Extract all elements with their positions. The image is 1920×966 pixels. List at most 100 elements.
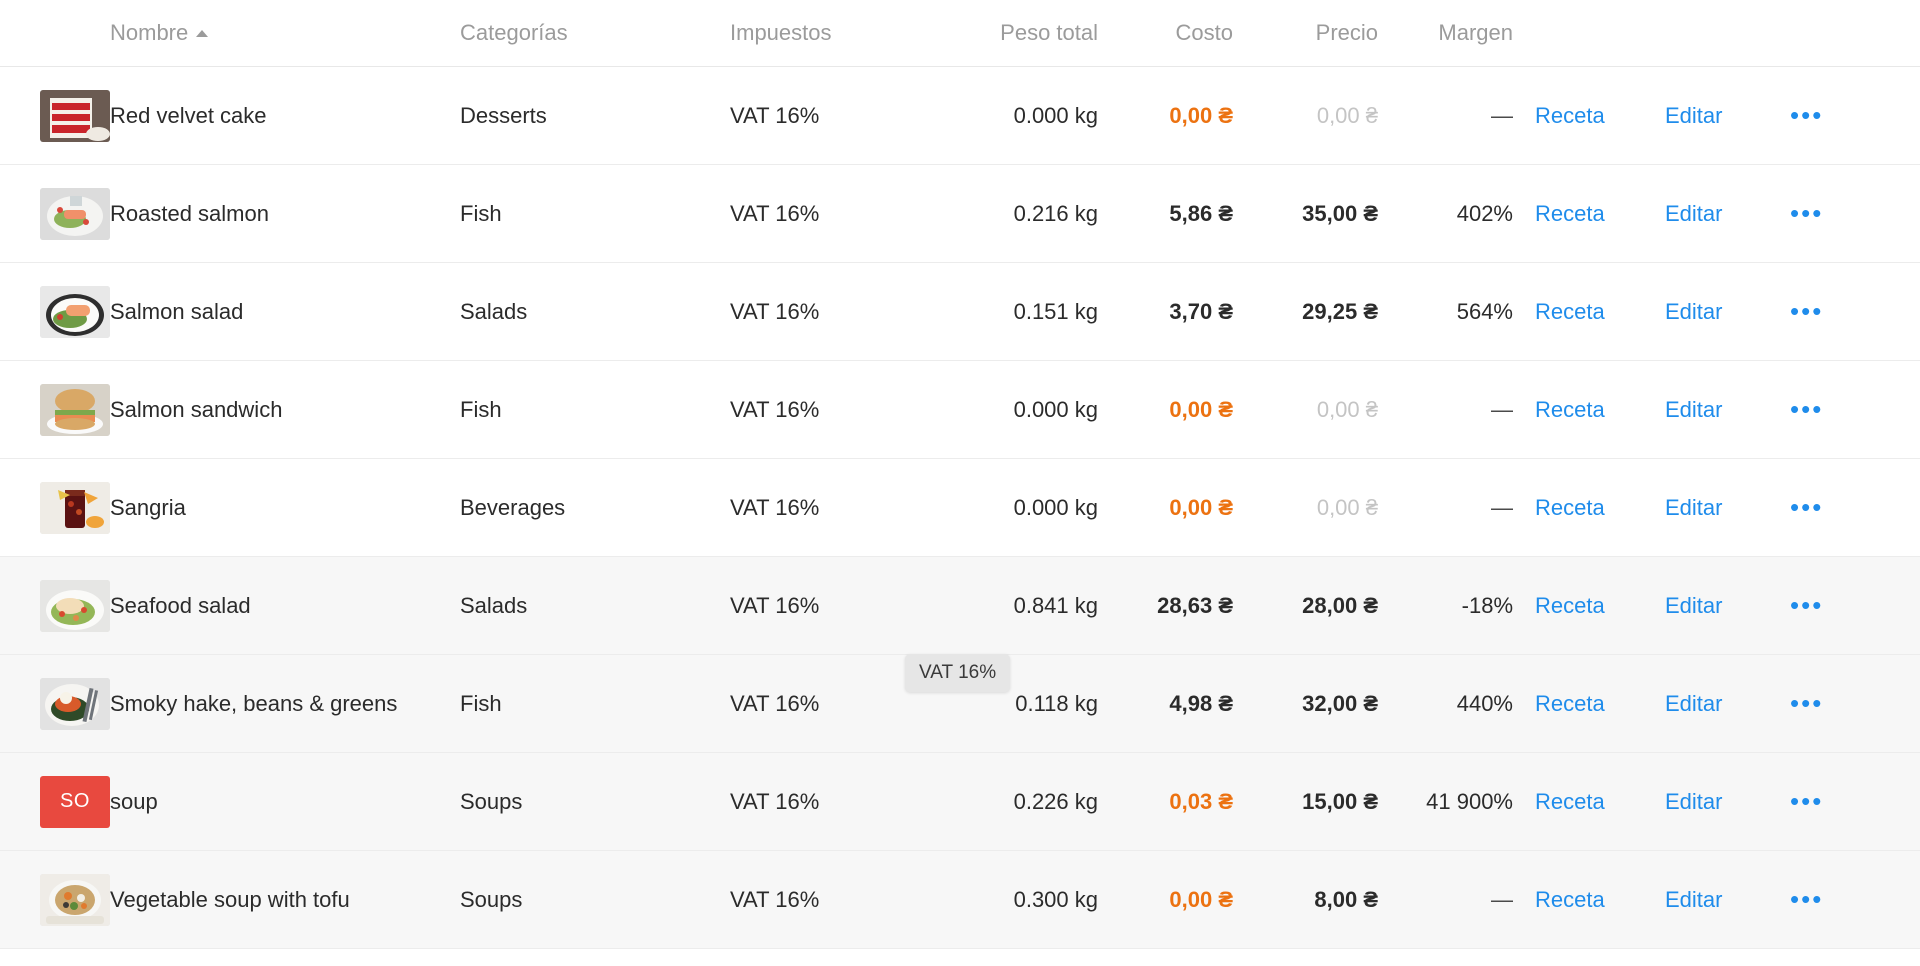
product-cost: 28,63 ₴ — [1120, 556, 1255, 655]
product-price: 0,00 ₴ — [1255, 458, 1400, 557]
edit-link[interactable]: Editar — [1665, 593, 1722, 618]
product-margin-value: — — [1491, 494, 1513, 520]
product-margin: 440% — [1400, 654, 1535, 753]
product-category: Soups — [460, 752, 730, 851]
product-thumbnail-cell — [0, 556, 110, 655]
header-cost[interactable]: Costo — [1120, 0, 1255, 67]
edit-link[interactable]: Editar — [1665, 789, 1722, 814]
product-price: 0,00 ₴ — [1255, 360, 1400, 459]
table-row[interactable]: Salmon salad Salads VAT 16% 0.151 kg 3,70 ₴ 2… — [0, 262, 1920, 361]
edit-link[interactable]: Editar — [1665, 201, 1722, 226]
header-tax[interactable]: Impuestos — [730, 0, 960, 67]
product-photo-icon — [40, 481, 110, 534]
table-row[interactable]: Seafood salad Salads VAT 16% 0.841 kg 28,63 … — [0, 556, 1920, 655]
edit-link[interactable]: Editar — [1665, 887, 1722, 912]
product-price: 0,00 ₴ — [1255, 66, 1400, 165]
edit-link[interactable]: Editar — [1665, 299, 1722, 324]
recipe-link[interactable]: Receta — [1535, 887, 1605, 912]
edit-link[interactable]: Editar — [1665, 397, 1722, 422]
table-row[interactable]: Salmon sandwich Fish VAT 16% 0.000 kg 0,00 ₴… — [0, 360, 1920, 459]
recipe-link[interactable]: Receta — [1535, 299, 1605, 324]
more-options-icon[interactable]: ••• — [1790, 494, 1823, 520]
header-weight[interactable]: Peso total — [960, 0, 1120, 67]
product-photo-icon — [40, 285, 110, 338]
product-name: Salmon sandwich — [110, 360, 460, 459]
product-tax: VAT 16% — [730, 262, 960, 361]
product-margin: — — [1400, 850, 1535, 949]
header-name[interactable]: Nombre — [110, 0, 460, 67]
product-margin-value: 564% — [1456, 298, 1513, 324]
product-margin-value: — — [1491, 886, 1513, 912]
product-price-value: 0,00 ₴ — [1316, 494, 1378, 520]
table-row[interactable]: Vegetable soup with tofu Soups VAT 16% 0.30… — [0, 850, 1920, 949]
product-thumbnail-cell — [0, 262, 110, 361]
product-cost: 0,00 ₴ — [1120, 850, 1255, 949]
product-thumbnail-cell — [0, 164, 110, 263]
product-margin: — — [1400, 66, 1535, 165]
edit-link[interactable]: Editar — [1665, 691, 1722, 716]
edit-link-cell: Editar — [1665, 66, 1790, 165]
more-options-icon[interactable]: ••• — [1790, 298, 1823, 324]
product-photo-icon — [40, 187, 110, 240]
edit-link-cell: Editar — [1665, 262, 1790, 361]
recipe-link[interactable]: Receta — [1535, 201, 1605, 226]
product-thumbnail-cell — [0, 850, 110, 949]
product-category: Beverages — [460, 458, 730, 557]
product-cost-value: 5,86 ₴ — [1169, 200, 1233, 226]
recipe-link[interactable]: Receta — [1535, 495, 1605, 520]
product-photo-icon — [40, 383, 110, 436]
more-options-icon[interactable]: ••• — [1790, 102, 1823, 128]
product-category: Fish — [460, 360, 730, 459]
recipe-link-cell: Receta — [1535, 164, 1665, 263]
edit-link[interactable]: Editar — [1665, 495, 1722, 520]
recipe-link[interactable]: Receta — [1535, 397, 1605, 422]
product-margin: -18% — [1400, 556, 1535, 655]
product-tax: VAT 16% — [730, 66, 960, 165]
top-rule — [0, 0, 1920, 1]
product-margin: — — [1400, 458, 1535, 557]
product-price: 15,00 ₴ — [1255, 752, 1400, 851]
product-cost-value: 0,00 ₴ — [1169, 102, 1233, 128]
recipe-link[interactable]: Receta — [1535, 789, 1605, 814]
more-options-icon[interactable]: ••• — [1790, 690, 1823, 716]
recipe-link[interactable]: Receta — [1535, 103, 1605, 128]
more-menu-cell: ••• — [1790, 556, 1920, 655]
table-row[interactable]: SO soup Soups VAT 16% 0.226 kg 0,03 ₴ 15,00 ₴ 4… — [0, 752, 1920, 851]
product-name: Seafood salad — [110, 556, 460, 655]
table-row[interactable]: Roasted salmon Fish VAT 16% 0.216 kg 5,86 ₴ 3… — [0, 164, 1920, 263]
product-photo-icon — [40, 89, 110, 142]
product-weight: 0.000 kg — [960, 66, 1120, 165]
recipe-link-cell: Receta — [1535, 458, 1665, 557]
product-price-value: 35,00 ₴ — [1302, 200, 1378, 226]
more-options-icon[interactable]: ••• — [1790, 886, 1823, 912]
header-row: Nombre Categorías Impuestos Peso total C… — [0, 0, 1920, 67]
product-margin: — — [1400, 360, 1535, 459]
product-cost-value: 3,70 ₴ — [1169, 298, 1233, 324]
product-thumbnail-cell — [0, 654, 110, 753]
header-category[interactable]: Categorías — [460, 0, 730, 67]
more-options-icon[interactable]: ••• — [1790, 200, 1823, 226]
product-margin-value: 402% — [1456, 200, 1513, 226]
product-price: 28,00 ₴ — [1255, 556, 1400, 655]
recipe-link[interactable]: Receta — [1535, 691, 1605, 716]
more-options-icon[interactable]: ••• — [1790, 788, 1823, 814]
edit-link[interactable]: Editar — [1665, 103, 1722, 128]
product-cost: 5,86 ₴ — [1120, 164, 1255, 263]
product-name: Vegetable soup with tofu — [110, 850, 460, 949]
recipe-link-cell: Receta — [1535, 262, 1665, 361]
header-price[interactable]: Precio — [1255, 0, 1400, 67]
header-margin[interactable]: Margen — [1400, 0, 1535, 67]
edit-link-cell: Editar — [1665, 360, 1790, 459]
product-name: soup — [110, 752, 460, 851]
product-name: Salmon salad — [110, 262, 460, 361]
product-category: Salads — [460, 262, 730, 361]
product-weight: 0.841 kg — [960, 556, 1120, 655]
product-price: 35,00 ₴ — [1255, 164, 1400, 263]
more-options-icon[interactable]: ••• — [1790, 592, 1823, 618]
table-row[interactable]: Red velvet cake Desserts VAT 16% 0.000 kg 0,… — [0, 66, 1920, 165]
recipe-link-cell: Receta — [1535, 66, 1665, 165]
product-weight: 0.151 kg — [960, 262, 1120, 361]
more-options-icon[interactable]: ••• — [1790, 396, 1823, 422]
table-row[interactable]: Sangria Beverages VAT 16% 0.000 kg 0,00 ₴ 0,0… — [0, 458, 1920, 557]
recipe-link[interactable]: Receta — [1535, 593, 1605, 618]
